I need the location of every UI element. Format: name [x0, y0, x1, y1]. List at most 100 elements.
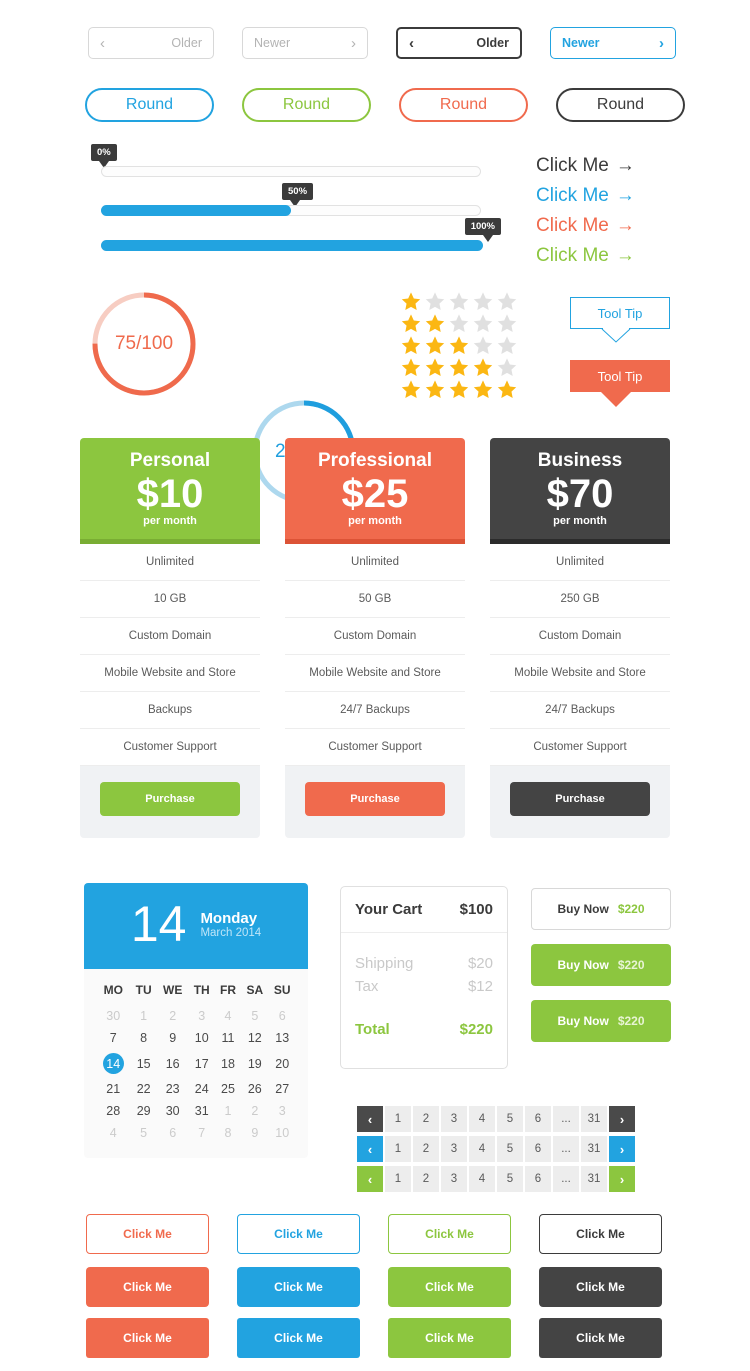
pager-page[interactable]: 5	[497, 1106, 523, 1132]
calendar-day[interactable]: 17	[189, 1049, 215, 1078]
star-icon[interactable]	[400, 335, 422, 356]
pager-page-last[interactable]: 31	[581, 1106, 607, 1132]
pager-page[interactable]: 1	[385, 1166, 411, 1192]
calendar-day[interactable]: 1	[215, 1100, 241, 1122]
star-row[interactable]	[400, 313, 518, 334]
calendar-day-selected[interactable]: 14	[96, 1049, 131, 1078]
progress-track[interactable]	[101, 166, 481, 177]
pager-page[interactable]: 6	[525, 1106, 551, 1132]
star-icon[interactable]	[424, 335, 446, 356]
pager-page[interactable]: 2	[413, 1136, 439, 1162]
calendar-day[interactable]: 9	[157, 1027, 189, 1049]
calendar-day[interactable]: 25	[215, 1078, 241, 1100]
calendar-day[interactable]: 30	[157, 1100, 189, 1122]
pager-page[interactable]: 4	[469, 1136, 495, 1162]
calendar-day[interactable]: 6	[269, 1005, 296, 1027]
pager-page-last[interactable]: 31	[581, 1166, 607, 1192]
calendar-day[interactable]: 29	[131, 1100, 157, 1122]
calendar-day[interactable]: 8	[215, 1122, 241, 1144]
arrow-link-blue[interactable]: Click Me →	[536, 185, 635, 207]
star-icon[interactable]	[448, 357, 470, 378]
pager-prev-button[interactable]: ‹	[357, 1106, 383, 1132]
star-icon[interactable]	[472, 335, 494, 356]
calendar-day[interactable]: 12	[241, 1027, 268, 1049]
pager-page[interactable]: 1	[385, 1136, 411, 1162]
star-row[interactable]	[400, 291, 518, 312]
round-button-blue[interactable]: Round	[85, 88, 214, 122]
click-button-square-dark[interactable]: Click Me	[539, 1318, 662, 1358]
click-button-filled-dark[interactable]: Click Me	[539, 1267, 662, 1307]
star-icon[interactable]	[496, 335, 518, 356]
pager-next-button[interactable]: ›	[609, 1166, 635, 1192]
calendar-day[interactable]: 24	[189, 1078, 215, 1100]
calendar-day[interactable]: 7	[96, 1027, 131, 1049]
pager-prev-button[interactable]: ‹	[357, 1136, 383, 1162]
calendar-day[interactable]: 16	[157, 1049, 189, 1078]
click-button-outline-blue[interactable]: Click Me	[237, 1214, 360, 1254]
star-row[interactable]	[400, 335, 518, 356]
pager-next-button[interactable]: ›	[609, 1106, 635, 1132]
pager-page[interactable]: 2	[413, 1166, 439, 1192]
calendar-day[interactable]: 5	[241, 1005, 268, 1027]
star-icon[interactable]	[472, 357, 494, 378]
star-icon[interactable]	[424, 291, 446, 312]
click-button-square-red[interactable]: Click Me	[86, 1318, 209, 1358]
purchase-button[interactable]: Purchase	[510, 781, 650, 816]
star-icon[interactable]	[400, 291, 422, 312]
star-icon[interactable]	[424, 379, 446, 400]
calendar-day[interactable]: 7	[189, 1122, 215, 1144]
buy-now-button-green-2[interactable]: Buy Now $220	[531, 1000, 671, 1042]
round-button-dark[interactable]: Round	[556, 88, 685, 122]
progress-track[interactable]	[101, 205, 481, 216]
nav-button-older-grey[interactable]: ‹ Older	[88, 27, 214, 59]
round-button-green[interactable]: Round	[242, 88, 371, 122]
pager-page[interactable]: 3	[441, 1106, 467, 1132]
calendar-day[interactable]: 10	[269, 1122, 296, 1144]
calendar-day[interactable]: 28	[96, 1100, 131, 1122]
calendar-day[interactable]: 8	[131, 1027, 157, 1049]
pager-prev-button[interactable]: ‹	[357, 1166, 383, 1192]
pager-page[interactable]: 3	[441, 1166, 467, 1192]
star-icon[interactable]	[496, 291, 518, 312]
star-icon[interactable]	[448, 291, 470, 312]
star-icon[interactable]	[448, 313, 470, 334]
calendar-day[interactable]: 30	[96, 1005, 131, 1027]
click-button-outline-green[interactable]: Click Me	[388, 1214, 511, 1254]
click-button-filled-red[interactable]: Click Me	[86, 1267, 209, 1307]
star-icon[interactable]	[496, 379, 518, 400]
calendar-day[interactable]: 21	[96, 1078, 131, 1100]
calendar-day[interactable]: 20	[269, 1049, 296, 1078]
click-button-filled-blue[interactable]: Click Me	[237, 1267, 360, 1307]
arrow-link-dark[interactable]: Click Me →	[536, 155, 635, 177]
calendar-day[interactable]: 18	[215, 1049, 241, 1078]
click-button-square-green[interactable]: Click Me	[388, 1318, 511, 1358]
pager-page-last[interactable]: 31	[581, 1136, 607, 1162]
calendar-day[interactable]: 27	[269, 1078, 296, 1100]
star-icon[interactable]	[400, 313, 422, 334]
calendar-day[interactable]: 3	[189, 1005, 215, 1027]
star-icon[interactable]	[496, 357, 518, 378]
calendar-day[interactable]: 11	[215, 1027, 241, 1049]
click-button-outline-dark[interactable]: Click Me	[539, 1214, 662, 1254]
calendar-day[interactable]: 4	[96, 1122, 131, 1144]
calendar-day[interactable]: 2	[157, 1005, 189, 1027]
pager-next-button[interactable]: ›	[609, 1136, 635, 1162]
star-icon[interactable]	[496, 313, 518, 334]
click-button-outline-red[interactable]: Click Me	[86, 1214, 209, 1254]
star-row[interactable]	[400, 379, 518, 400]
star-icon[interactable]	[472, 313, 494, 334]
calendar-day[interactable]: 1	[131, 1005, 157, 1027]
arrow-link-red[interactable]: Click Me →	[536, 215, 635, 237]
click-button-filled-green[interactable]: Click Me	[388, 1267, 511, 1307]
calendar-day[interactable]: 5	[131, 1122, 157, 1144]
buy-now-button-outline[interactable]: Buy Now $220	[531, 888, 671, 930]
round-button-red[interactable]: Round	[399, 88, 528, 122]
pager-page[interactable]: 6	[525, 1166, 551, 1192]
star-icon[interactable]	[400, 379, 422, 400]
star-icon[interactable]	[448, 335, 470, 356]
calendar-day[interactable]: 23	[157, 1078, 189, 1100]
calendar-day[interactable]: 22	[131, 1078, 157, 1100]
pager-page[interactable]: 4	[469, 1166, 495, 1192]
calendar-day[interactable]: 9	[241, 1122, 268, 1144]
arrow-link-green[interactable]: Click Me →	[536, 245, 635, 267]
